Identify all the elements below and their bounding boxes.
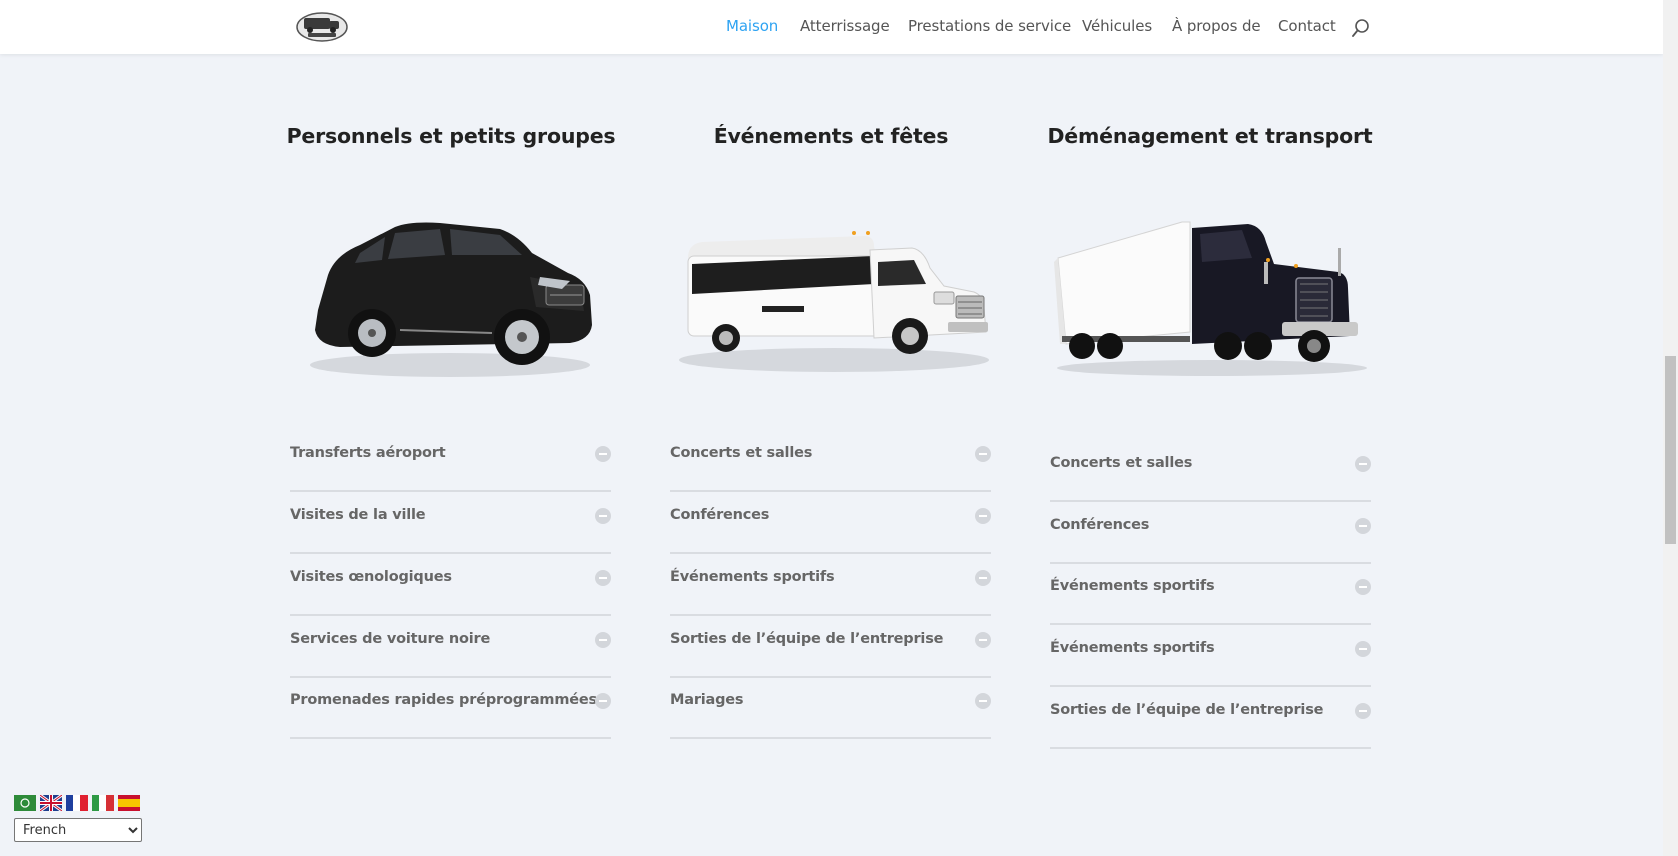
page-scrollbar[interactable] [1663,0,1678,856]
accordion-item[interactable]: Événements sportifs [1050,625,1371,687]
accordion-label: Événements sportifs [1050,640,1215,656]
column-title-evenements: Événements et fêtes [713,124,949,148]
accordion-label: Conférences [1050,517,1150,533]
accordion-item[interactable]: Transferts aéroport [290,430,611,492]
spain-flag-icon[interactable] [118,795,140,811]
accordion-label: Sorties de l’équipe de l’entreprise [670,631,944,647]
minus-circle-icon[interactable] [595,570,611,586]
minus-circle-icon[interactable] [975,693,991,709]
minus-circle-icon[interactable] [975,570,991,586]
nav-item-prestations[interactable]: Prestations de service [908,17,1071,35]
nav-item-a-propos[interactable]: À propos de [1172,17,1261,35]
accordion-label: Conférences [670,507,770,523]
accordion-label: Visites de la ville [290,507,426,523]
minus-circle-icon[interactable] [975,446,991,462]
uk-flag-icon[interactable] [40,795,62,811]
accordion-label: Sorties de l’équipe de l’entreprise [1050,702,1324,718]
minus-circle-icon[interactable] [975,508,991,524]
party-bus-icon [679,231,989,372]
italy-flag-icon[interactable] [92,795,114,811]
accordion-label: Concerts et salles [670,445,813,461]
minus-circle-icon[interactable] [975,632,991,648]
language-select[interactable]: French [14,818,142,842]
accordion-item[interactable]: Conférences [1050,502,1371,564]
accordion-item[interactable]: Événements sportifs [1050,563,1371,625]
accordion-label: Mariages [670,692,744,708]
accordion-item[interactable]: Sorties de l’équipe de l’entreprise [670,616,991,678]
nav-item-contact[interactable]: Contact [1278,17,1336,35]
truck-icon [1054,221,1367,376]
accordion-item[interactable]: Visites de la ville [290,492,611,554]
site-header: Maison Atterrissage Prestations de servi… [0,0,1663,54]
search-icon[interactable] [1352,18,1370,38]
accordion-label: Visites œnologiques [290,569,452,585]
main-nav: Maison Atterrissage Prestations de servi… [0,0,1663,54]
accordion-item[interactable]: Promenades rapides préprogrammées [290,677,611,739]
column-title-demenagement: Déménagement et transport [1047,124,1373,148]
nav-item-maison[interactable]: Maison [726,17,778,35]
minus-circle-icon[interactable] [1355,703,1371,719]
arabic-flag-icon[interactable] [14,795,36,811]
accordion-item[interactable]: Concerts et salles [670,430,991,492]
accordion-item[interactable]: Services de voiture noire [290,616,611,678]
minus-circle-icon[interactable] [595,632,611,648]
accordion-label: Services de voiture noire [290,631,491,647]
accordion-label: Concerts et salles [1050,455,1193,471]
accordion-item[interactable]: Mariages [670,677,991,739]
minus-circle-icon[interactable] [595,693,611,709]
suv-icon [310,222,592,377]
minus-circle-icon[interactable] [595,446,611,462]
accordion-label: Événements sportifs [670,569,835,585]
france-flag-icon[interactable] [66,795,88,811]
accordion-label: Transferts aéroport [290,445,446,461]
minus-circle-icon[interactable] [1355,641,1371,657]
minus-circle-icon[interactable] [1355,579,1371,595]
column-title-personnels: Personnels et petits groupes [286,124,616,148]
scrollbar-thumb[interactable] [1665,356,1676,544]
nav-item-vehicules[interactable]: Véhicules [1082,17,1152,35]
minus-circle-icon[interactable] [595,508,611,524]
accordion-item[interactable]: Événements sportifs [670,554,991,616]
minus-circle-icon[interactable] [1355,456,1371,472]
nav-item-atterrissage[interactable]: Atterrissage [800,17,890,35]
accordion-item[interactable]: Conférences [670,492,991,554]
accordion-label: Événements sportifs [1050,578,1215,594]
accordion-item[interactable]: Sorties de l’équipe de l’entreprise [1050,687,1371,749]
minus-circle-icon[interactable] [1355,518,1371,534]
accordion-label: Promenades rapides préprogrammées [290,692,597,708]
accordion-item[interactable]: Concerts et salles [1050,440,1371,502]
accordion-item[interactable]: Visites œnologiques [290,554,611,616]
